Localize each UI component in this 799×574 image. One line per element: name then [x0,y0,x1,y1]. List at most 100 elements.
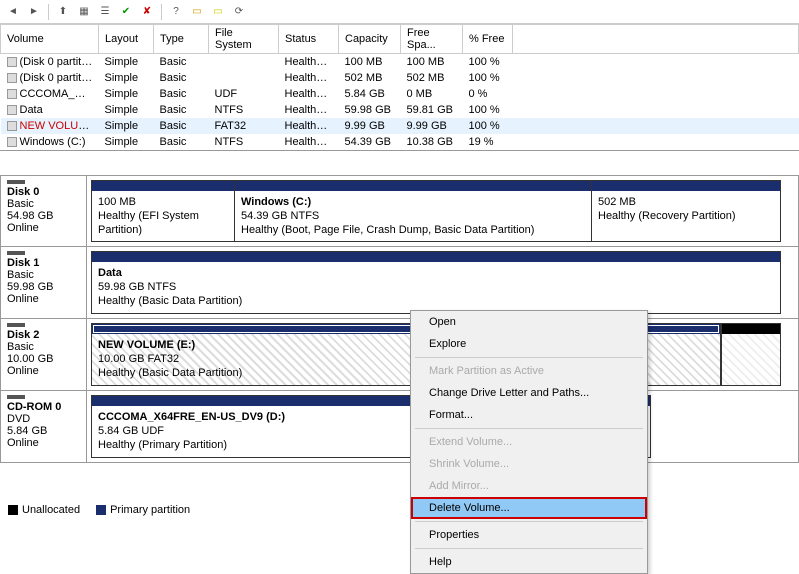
cell-pct: 100 % [463,54,513,70]
volume-row[interactable]: (Disk 0 partition 1) Simple Basic Health… [1,54,799,70]
disk-status: Online [7,365,80,377]
volume-name: NEW VOLUME (E:) [20,120,99,132]
grid-icon[interactable]: ▦ [75,3,93,21]
partition[interactable]: 502 MB Healthy (Recovery Partition) [592,180,781,242]
back-icon[interactable]: ◄ [4,3,22,21]
note-icon[interactable]: ▭ [209,3,227,21]
context-menu[interactable]: OpenExploreMark Partition as ActiveChang… [410,310,648,574]
volume-row[interactable]: CCCOMA_X64FRE... Simple Basic UDF Health… [1,86,799,102]
cell-type: Basic [154,86,209,102]
partition-status: Healthy (Basic Data Partition) [98,294,774,308]
disk-graphical-view: Disk 0 Basic 54.98 GB Online 100 MB Heal… [0,151,799,463]
cell-status: Healthy (P... [279,86,339,102]
cell-layout: Simple [99,86,154,102]
disk-icon [7,180,25,184]
cell-pct: 100 % [463,118,513,134]
disk-panel: Disk 1 Basic 59.98 GB Online Data 59.98 … [0,247,799,319]
volume-name: Data [20,104,43,116]
cell-layout: Simple [99,54,154,70]
disk-label[interactable]: CD-ROM 0 DVD 5.84 GB Online [1,391,87,462]
cell-fs: UDF [209,86,279,102]
col-free[interactable]: Free Spa... [401,25,463,54]
close-icon[interactable]: ✘ [138,3,156,21]
disk-label[interactable]: Disk 1 Basic 59.98 GB Online [1,247,87,318]
col-type[interactable]: Type [154,25,209,54]
disk-size: 59.98 GB [7,281,80,293]
partition-status: Healthy (Boot, Page File, Crash Dump, Ba… [241,223,585,237]
cell-status: Healthy (B... [279,118,339,134]
volume-name: CCCOMA_X64FRE... [20,88,99,100]
cell-fs: NTFS [209,102,279,118]
cell-fs [209,70,279,86]
volume-row[interactable]: Data Simple Basic NTFS Healthy (B... 59.… [1,102,799,118]
menu-item-help[interactable]: Help [411,551,647,573]
book-icon[interactable]: ▭ [188,3,206,21]
partition-size: 502 MB [598,195,774,209]
disk-status: Online [7,437,80,449]
unallocated-space[interactable] [721,323,781,386]
partition-name: Data [98,266,774,280]
cell-status: Healthy (B... [279,134,339,150]
disk-size: 10.00 GB [7,353,80,365]
disk-label[interactable]: Disk 0 Basic 54.98 GB Online [1,176,87,246]
cell-capacity: 54.39 GB [339,134,401,150]
volume-name: Windows (C:) [20,136,86,148]
volume-row[interactable]: NEW VOLUME (E:) Simple Basic FAT32 Healt… [1,118,799,134]
cell-status: Healthy (E... [279,54,339,70]
disk-panel: Disk 0 Basic 54.98 GB Online 100 MB Heal… [0,175,799,247]
menu-item-open[interactable]: Open [411,311,647,333]
partition[interactable]: Windows (C:) 54.39 GB NTFS Healthy (Boot… [235,180,592,242]
volume-list: Volume Layout Type File System Status Ca… [0,24,799,151]
disk-type: Basic [7,198,80,210]
col-status[interactable]: Status [279,25,339,54]
list-icon[interactable]: ☰ [96,3,114,21]
col-fs[interactable]: File System [209,25,279,54]
volume-row[interactable]: (Disk 0 partition 4) Simple Basic Health… [1,70,799,86]
cell-pct: 0 % [463,86,513,102]
volume-icon [7,73,17,83]
partition[interactable]: 100 MB Healthy (EFI System Partition) [91,180,235,242]
volume-icon [7,137,17,147]
cell-layout: Simple [99,118,154,134]
cell-free: 100 MB [401,54,463,70]
menu-item-format[interactable]: Format... [411,404,647,426]
volume-icon [7,89,17,99]
up-icon[interactable]: ⬆ [54,3,72,21]
menu-item-shrink-volume: Shrink Volume... [411,453,647,475]
disk-name: Disk 1 [7,257,80,269]
menu-item-change-drive-letter-and-paths[interactable]: Change Drive Letter and Paths... [411,382,647,404]
volume-name: (Disk 0 partition 1) [20,56,99,68]
col-capacity[interactable]: Capacity [339,25,401,54]
partition-status: Healthy (EFI System Partition) [98,209,228,238]
column-headers[interactable]: Volume Layout Type File System Status Ca… [1,25,799,54]
cell-type: Basic [154,54,209,70]
cell-free: 9.99 GB [401,118,463,134]
cell-free: 10.38 GB [401,134,463,150]
menu-item-delete-volume[interactable]: Delete Volume... [411,497,647,519]
partition-size: 100 MB [98,195,228,209]
cell-status: Healthy (R... [279,70,339,86]
help-icon[interactable]: ? [167,3,185,21]
menu-item-explore[interactable]: Explore [411,333,647,355]
col-volume[interactable]: Volume [1,25,99,54]
disk-body: 100 MB Healthy (EFI System Partition) Wi… [87,176,798,246]
disk-label[interactable]: Disk 2 Basic 10.00 GB Online [1,319,87,390]
menu-separator [415,357,643,358]
disk-icon [7,395,25,399]
menu-separator [415,548,643,549]
cell-type: Basic [154,70,209,86]
volume-name: (Disk 0 partition 4) [20,72,99,84]
check-icon[interactable]: ✔ [117,3,135,21]
partition[interactable]: Data 59.98 GB NTFS Healthy (Basic Data P… [91,251,781,314]
cell-free: 0 MB [401,86,463,102]
col-pct[interactable]: % Free [463,25,513,54]
cell-fs [209,54,279,70]
forward-icon[interactable]: ► [25,3,43,21]
cell-status: Healthy (B... [279,102,339,118]
volume-row[interactable]: Windows (C:) Simple Basic NTFS Healthy (… [1,134,799,150]
refresh-icon[interactable]: ⟳ [230,3,248,21]
volume-icon [7,105,17,115]
col-layout[interactable]: Layout [99,25,154,54]
menu-item-properties[interactable]: Properties [411,524,647,546]
cell-type: Basic [154,102,209,118]
